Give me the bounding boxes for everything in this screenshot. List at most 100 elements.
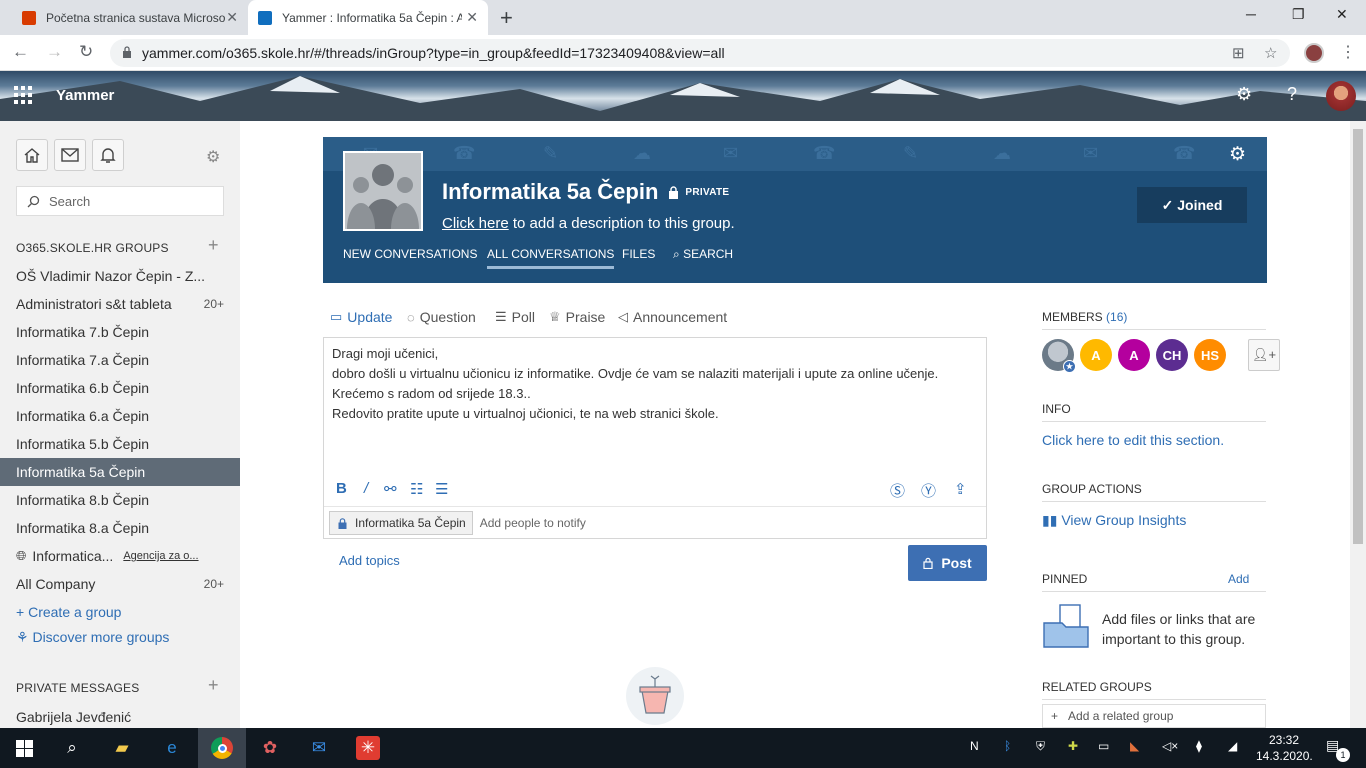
new-message-plus-icon[interactable]: + <box>208 675 219 696</box>
windows-start-icon[interactable] <box>12 736 36 760</box>
minimize-icon[interactable]: ─ <box>1246 6 1256 22</box>
add-topics-link[interactable]: Add topics <box>339 553 400 568</box>
group-recipient-chip[interactable]: Informatika 5a Čepin <box>329 511 473 535</box>
italic-icon[interactable]: / <box>364 480 368 497</box>
translate-icon[interactable]: ⊞ <box>1232 44 1245 62</box>
sidebar-group-item[interactable]: Informatika 6.b Čepin <box>0 374 240 402</box>
page-scrollbar[interactable] <box>1350 121 1366 728</box>
view-insights-link[interactable]: ▮▮ View Group Insights <box>1042 512 1186 529</box>
address-bar[interactable]: yammer.com/o365.skole.hr/#/threads/inGro… <box>110 39 1290 67</box>
member-avatar[interactable]: HS <box>1194 339 1226 371</box>
add-related-group-input[interactable]: + Add a related group <box>1042 704 1266 728</box>
edge-icon[interactable]: e <box>160 736 184 760</box>
tray-onenote-icon[interactable]: N <box>970 739 979 753</box>
sidebar-group-item-active[interactable]: Informatika 5a Čepin <box>0 458 240 486</box>
notify-people-input[interactable]: Add people to notify <box>480 516 586 530</box>
bulleted-list-icon[interactable]: ☷ <box>410 480 423 498</box>
back-icon[interactable]: ← <box>12 42 29 62</box>
mail-app-icon[interactable]: ✉ <box>307 736 331 760</box>
tab-search[interactable]: ⌕ SEARCH <box>673 247 733 262</box>
dropbox-icon[interactable]: ⧫ <box>1196 739 1202 753</box>
edit-info-link[interactable]: Click here to edit this section. <box>1042 432 1224 448</box>
create-group-link[interactable]: + Create a group <box>16 604 121 620</box>
yammer-file-icon[interactable]: Ⓨ <box>921 480 936 501</box>
reload-icon[interactable]: ↻ <box>79 42 93 62</box>
sharepoint-icon[interactable]: Ⓢ <box>890 480 905 501</box>
app-launcher-icon[interactable] <box>14 86 32 104</box>
file-explorer-icon[interactable]: ▰ <box>110 736 134 760</box>
sidebar-group-item[interactable]: Informatika 6.a Čepin <box>0 402 240 430</box>
bookmark-star-icon[interactable]: ☆ <box>1264 44 1277 62</box>
scrollbar-thumb[interactable] <box>1353 129 1363 544</box>
system-clock[interactable]: 23:32 14.3.2020. <box>1256 732 1313 764</box>
close-window-icon[interactable]: ✕ <box>1336 6 1348 23</box>
bluetooth-icon[interactable]: ᛒ <box>1004 739 1011 753</box>
browser-menu-icon[interactable]: ⋮ <box>1340 42 1356 62</box>
app-icon[interactable]: ✳ <box>356 736 380 760</box>
sidebar-external-group[interactable]: 🌐︎ Informatica... Agencija za o... <box>0 542 240 570</box>
sidebar-group-item[interactable]: Informatika 7.b Čepin <box>0 318 240 346</box>
joined-button[interactable]: ✓ Joined <box>1137 187 1247 223</box>
sidebar-group-item[interactable]: Administratori s&t tableta 20+ <box>0 290 240 318</box>
member-avatar[interactable]: CH <box>1156 339 1188 371</box>
help-icon[interactable]: ? <box>1287 84 1297 105</box>
wifi-icon[interactable]: ◢ <box>1228 739 1237 753</box>
numbered-list-icon[interactable]: ☰ <box>435 480 448 498</box>
sidebar-settings-icon[interactable]: ⚙ <box>206 147 220 167</box>
private-message-item[interactable]: Gabrijela Jevđenić <box>0 703 240 728</box>
inbox-button[interactable] <box>54 139 86 171</box>
link-icon[interactable]: ⚯ <box>384 480 397 498</box>
close-tab-icon[interactable]: ✕ <box>226 9 238 26</box>
forward-icon[interactable]: → <box>46 42 63 62</box>
yammer-brand[interactable]: Yammer <box>56 87 114 104</box>
upload-icon[interactable]: ⇪ <box>954 480 967 498</box>
member-avatar[interactable]: A <box>1118 339 1150 371</box>
defender-icon[interactable]: ⛨ <box>1036 739 1045 754</box>
add-group-plus-icon[interactable]: + <box>208 235 219 256</box>
members-count[interactable]: (16) <box>1106 310 1127 324</box>
member-avatar-photo[interactable]: ★ <box>1042 339 1076 373</box>
bold-icon[interactable]: B <box>336 480 347 497</box>
discover-groups-link[interactable]: ⚘ Discover more groups <box>16 629 169 646</box>
add-description-link[interactable]: Click here <box>442 215 509 232</box>
tab-new-conversations[interactable]: NEW CONVERSATIONS <box>343 247 477 261</box>
browser-tab-yammer[interactable]: Yammer : Informatika 5a Čepin : A ✕ <box>248 0 488 35</box>
new-tab-icon[interactable]: + <box>500 5 513 31</box>
add-member-button[interactable]: 👤︎+ <box>1248 339 1280 371</box>
post-button[interactable]: Post <box>908 545 987 581</box>
publisher-tab-announcement[interactable]: ◁ Announcement <box>618 309 727 325</box>
group-settings-gear-icon[interactable]: ⚙ <box>1229 143 1246 166</box>
paint-icon[interactable]: ✿ <box>258 736 282 760</box>
settings-gear-icon[interactable]: ⚙ <box>1236 84 1252 105</box>
publisher-tab-praise[interactable]: ♕ Praise <box>549 309 605 325</box>
publisher-tab-poll[interactable]: ☰ Poll <box>495 309 535 325</box>
search-icon[interactable]: ⌕ <box>60 736 84 760</box>
sidebar-group-item[interactable]: OŠ Vladimir Nazor Čepin - Z... <box>0 262 240 290</box>
sidebar-search-input[interactable]: Search <box>16 186 224 216</box>
battery-icon[interactable]: ▭ <box>1098 739 1109 753</box>
chrome-icon[interactable] <box>198 728 246 768</box>
sidebar-group-item[interactable]: Informatika 8.a Čepin <box>0 514 240 542</box>
tray-network-app-icon[interactable]: ◣ <box>1130 739 1139 753</box>
user-avatar[interactable] <box>1326 81 1356 111</box>
home-button[interactable] <box>16 139 48 171</box>
sidebar-all-company[interactable]: All Company 20+ <box>0 570 240 598</box>
tab-files[interactable]: FILES <box>622 247 655 261</box>
publisher-tab-update[interactable]: ▭ Update <box>330 309 392 325</box>
pinned-add-link[interactable]: Add <box>1228 572 1249 586</box>
volume-muted-icon[interactable]: ◁× <box>1162 739 1178 753</box>
sidebar-group-item[interactable]: Informatika 8.b Čepin <box>0 486 240 514</box>
message-composer[interactable]: Dragi moji učenici, dobro došli u virtua… <box>323 337 987 539</box>
browser-tab-office[interactable]: Početna stranica sustava Microso ✕ <box>8 0 248 35</box>
composer-text[interactable]: Dragi moji učenici, dobro došli u virtua… <box>332 344 972 424</box>
tray-app-icon[interactable]: ✚ <box>1068 739 1078 753</box>
tab-all-conversations[interactable]: ALL CONVERSATIONS <box>487 247 615 269</box>
close-tab-icon[interactable]: ✕ <box>466 9 478 26</box>
sidebar-group-item[interactable]: Informatika 7.a Čepin <box>0 346 240 374</box>
profile-avatar[interactable] <box>1304 43 1324 63</box>
publisher-tab-question[interactable]: ◌ Question <box>407 309 476 325</box>
sidebar-group-item[interactable]: Informatika 5.b Čepin <box>0 430 240 458</box>
group-avatar[interactable] <box>343 151 423 231</box>
notifications-button[interactable] <box>92 139 124 171</box>
maximize-icon[interactable]: ❐ <box>1292 6 1305 23</box>
